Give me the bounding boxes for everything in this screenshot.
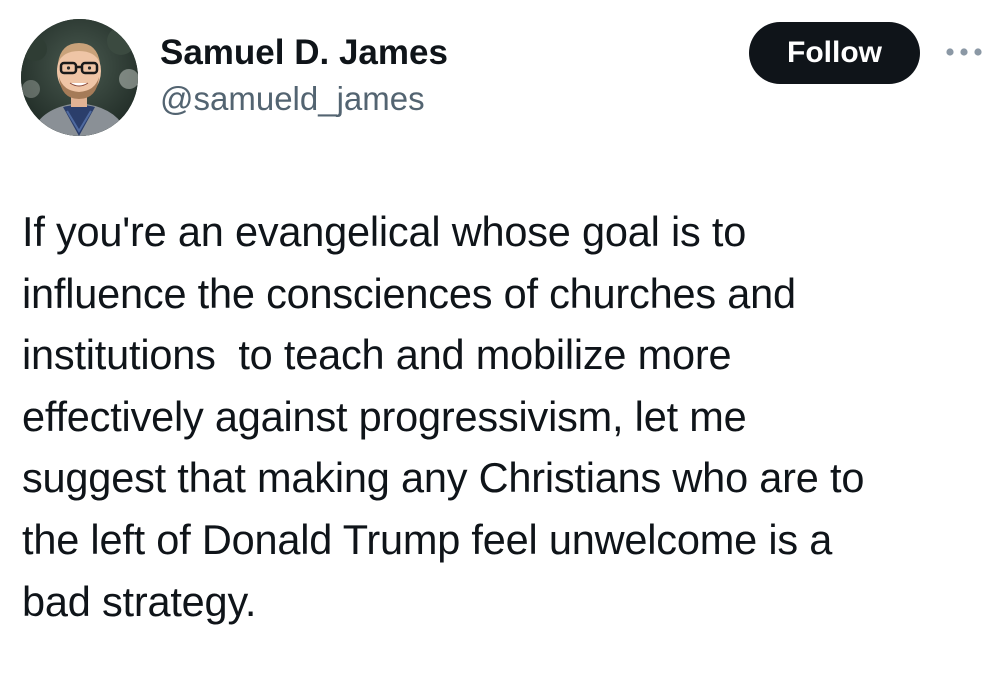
more-dots-graphic: [946, 48, 982, 56]
tweet-text-line: the left of Donald Trump feel unwelcome …: [22, 515, 833, 563]
avatar-image: [21, 19, 138, 136]
author-avatar[interactable]: [21, 19, 138, 136]
tweet-header: Samuel D. James @samueld_james Follow: [0, 0, 998, 150]
tweet-text-line: bad strategy.: [22, 577, 257, 625]
tweet-text-line: influence the consciences of churches an…: [22, 269, 796, 317]
tweet-card: Samuel D. James @samueld_james Follow If…: [0, 0, 998, 678]
tweet-text-line: If you're an evangelical whose goal is t…: [22, 208, 747, 255]
tweet-text-line: suggest that making any Christians who a…: [22, 454, 865, 502]
author-handle[interactable]: @samueld_james: [160, 78, 448, 120]
tweet-text-line: institutions to teach and mobilize more: [22, 331, 732, 379]
tweet-text: If you're an evangelical whose goal is t…: [22, 201, 982, 632]
tweet-text-line: effectively against progressivism, let m…: [22, 392, 747, 440]
follow-button[interactable]: Follow: [749, 22, 920, 84]
more-horizontal-icon[interactable]: [944, 44, 984, 60]
author-display-name[interactable]: Samuel D. James: [160, 32, 448, 74]
author-names: Samuel D. James @samueld_james: [160, 32, 448, 120]
